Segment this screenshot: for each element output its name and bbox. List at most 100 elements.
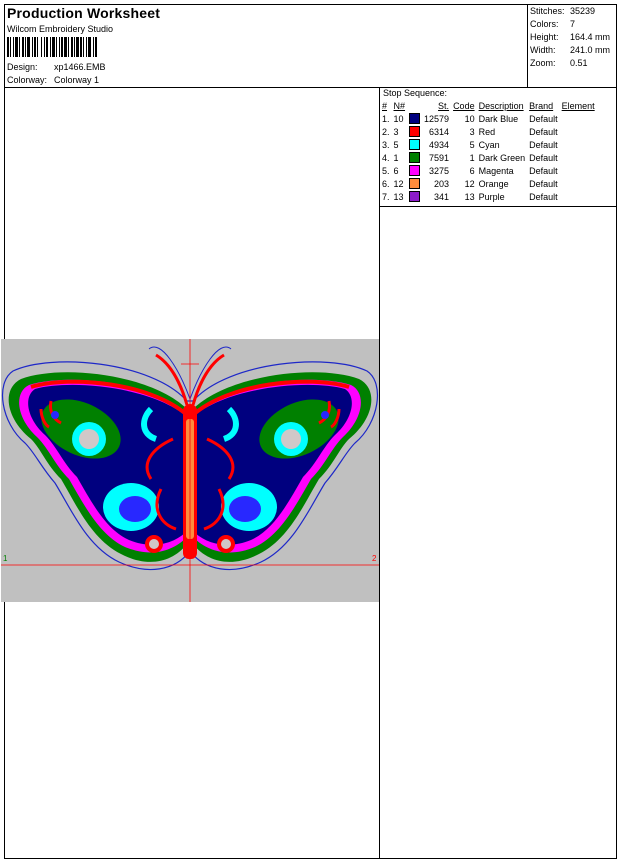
col-code: Code [453, 101, 475, 111]
row-swatch [408, 151, 423, 164]
row-element [561, 190, 598, 203]
stop-sequence-divider [380, 206, 617, 207]
row-element [561, 177, 598, 190]
row-description: Magenta [478, 165, 514, 176]
butterfly-design: 12 [1, 339, 379, 602]
col-needle: N# [393, 101, 406, 111]
row-stitches: 12579 [424, 113, 450, 124]
color-swatch [409, 152, 421, 164]
table-row: 7. 13 341 13 Purple Default [381, 190, 598, 203]
row-description: Cyan [478, 139, 500, 150]
row-stitches: 7591 [429, 152, 450, 163]
color-swatch [409, 139, 421, 151]
row-code: 12 [464, 178, 475, 189]
row-index: 5. [382, 165, 390, 176]
right-blue-dot [321, 411, 329, 419]
row-needle: 13 [393, 191, 404, 202]
guide-marker-right: 2 [372, 554, 377, 563]
row-swatch [408, 112, 423, 125]
left-blue-dot [51, 411, 59, 419]
row-needle: 1 [393, 152, 399, 163]
row-stitches: 4934 [429, 139, 450, 150]
col-element: Element [561, 101, 595, 111]
design-preview: 12 [1, 339, 379, 602]
col-index: # [382, 101, 388, 111]
column-divider [379, 87, 380, 859]
row-brand: Default [529, 126, 558, 137]
row-index: 6. [382, 178, 390, 189]
right-lower-red-spot-center [221, 539, 231, 549]
colorway-label: Colorway: [7, 75, 48, 85]
row-swatch [408, 164, 423, 177]
row-stitches: 3275 [429, 165, 450, 176]
row-swatch [408, 177, 423, 190]
row-description: Purple [478, 191, 505, 202]
col-brand: Brand [529, 101, 554, 111]
row-stitches: 203 [434, 178, 450, 189]
table-row: 3. 5 4934 5 Cyan Default [381, 138, 598, 151]
row-index: 2. [382, 126, 390, 137]
table-header-row: # N# St. Code Description Brand Element [381, 100, 598, 112]
table-row: 4. 1 7591 1 Dark Green Default [381, 151, 598, 164]
row-element [561, 151, 598, 164]
row-brand: Default [529, 165, 558, 176]
row-swatch [408, 138, 423, 151]
row-needle: 12 [393, 178, 404, 189]
color-swatch [409, 113, 421, 125]
design-label: Design: [7, 62, 38, 72]
col-stitches: St. [438, 101, 450, 111]
row-description: Dark Blue [478, 113, 519, 124]
row-description: Orange [478, 178, 509, 189]
row-code: 13 [464, 191, 475, 202]
table-row: 6. 12 203 12 Orange Default [381, 177, 598, 190]
row-code: 5 [469, 139, 475, 150]
row-element [561, 164, 598, 177]
table-row: 2. 3 6314 3 Red Default [381, 125, 598, 138]
row-index: 7. [382, 191, 390, 202]
col-swatch [408, 100, 423, 112]
row-needle: 5 [393, 139, 399, 150]
row-needle: 3 [393, 126, 399, 137]
row-brand: Default [529, 152, 558, 163]
row-index: 3. [382, 139, 390, 150]
stop-sequence-title: Stop Sequence: [383, 88, 448, 98]
colorway-value: Colorway 1 [54, 75, 100, 85]
guide-marker-left: 1 [3, 554, 8, 563]
row-stitches: 341 [434, 191, 450, 202]
left-lower-red-spot-center [149, 539, 159, 549]
row-brand: Default [529, 178, 558, 189]
color-swatch [409, 178, 421, 190]
software-name: Wilcom Embroidery Studio [7, 24, 114, 34]
barcode [7, 37, 131, 57]
row-index: 4. [382, 152, 390, 163]
row-brand: Default [529, 113, 558, 124]
right-upper-eye-center [281, 429, 301, 449]
row-element [561, 112, 598, 125]
color-swatch [409, 126, 421, 138]
table-row: 5. 6 3275 6 Magenta Default [381, 164, 598, 177]
left-lower-eye-inner [119, 496, 151, 522]
row-needle: 10 [393, 113, 404, 124]
row-index: 1. [382, 113, 390, 124]
row-element [561, 138, 598, 151]
row-description: Dark Green [478, 152, 526, 163]
stats-divider [527, 4, 528, 88]
color-swatch [409, 165, 421, 177]
row-brand: Default [529, 139, 558, 150]
row-swatch [408, 190, 423, 203]
row-brand: Default [529, 191, 558, 202]
page-title: Production Worksheet [7, 5, 161, 21]
row-element [561, 125, 598, 138]
row-swatch [408, 125, 423, 138]
design-value: xp1466.EMB [54, 62, 106, 72]
color-swatch [409, 191, 421, 203]
left-upper-eye-center [79, 429, 99, 449]
col-description: Description [478, 101, 524, 111]
header-divider [4, 87, 617, 88]
row-code: 3 [469, 126, 475, 137]
row-code: 6 [469, 165, 475, 176]
row-description: Red [478, 126, 496, 137]
row-needle: 6 [393, 165, 399, 176]
row-code: 10 [464, 113, 475, 124]
table-row: 1. 10 12579 10 Dark Blue Default [381, 112, 598, 125]
